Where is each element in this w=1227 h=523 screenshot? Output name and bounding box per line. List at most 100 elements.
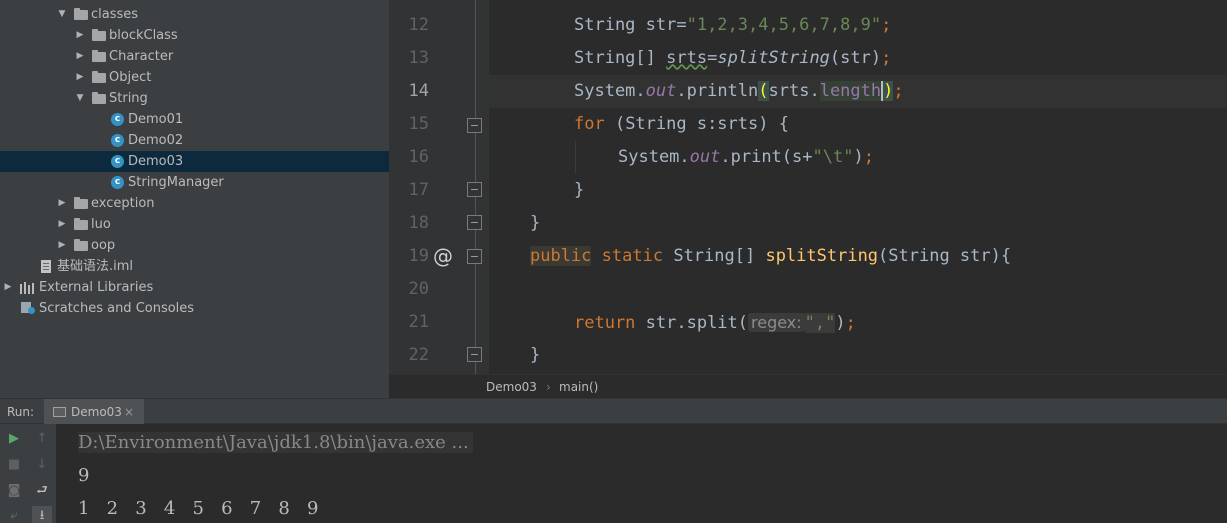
tree-node-label: classes	[91, 7, 139, 22]
breadcrumb: Demo03 › main()	[389, 374, 1227, 398]
folder-icon	[74, 7, 88, 20]
tree-node-label: exception	[91, 196, 155, 211]
fold-marker-icon[interactable]	[467, 182, 482, 197]
tree-node-label: Character	[109, 49, 174, 64]
tree-node-label: Demo03	[128, 154, 184, 169]
folder-icon	[74, 238, 88, 251]
run-label: Run:	[7, 405, 35, 419]
code-line-14[interactable]: System.out.println(srts.length);	[574, 75, 904, 108]
fold-marker-icon[interactable]	[467, 347, 482, 362]
collapse-arrow-icon[interactable]: ▶	[75, 46, 85, 67]
expand-arrow-icon[interactable]: ▼	[57, 4, 67, 25]
console-tab-icon	[53, 407, 66, 417]
scroll-up-icon[interactable]: ↑	[32, 429, 52, 449]
line-number: 22	[408, 345, 429, 365]
console-command-line: D:\Environment\Java\jdk1.8\bin\java.exe …	[78, 426, 473, 459]
run-tab-demo03[interactable]: Demo03 ×	[44, 399, 144, 425]
tree-node-stringmanager[interactable]: c StringManager	[111, 172, 224, 193]
rerun-icon[interactable]: ▶	[4, 429, 24, 449]
tree-node-luo[interactable]: ▶ luo	[57, 214, 111, 235]
tree-node-demo01[interactable]: c Demo01	[111, 109, 183, 130]
run-toolbar: ▶ ↑ ■ ↓ ◙ ⮐ ⤶ ⭳	[0, 424, 56, 523]
code-line-12[interactable]: String str="1,2,3,4,5,6,7,8,9";	[574, 9, 891, 42]
line-number: 17	[408, 180, 429, 200]
tree-node-string[interactable]: ▼ String	[75, 88, 148, 109]
soft-wrap-icon[interactable]: ⮐	[32, 481, 52, 501]
line-number-current: 14	[408, 81, 429, 101]
collapse-arrow-icon[interactable]: ▶	[57, 235, 67, 256]
tree-node-label: blockClass	[109, 28, 178, 43]
module-file-icon	[41, 260, 51, 273]
breadcrumb-method[interactable]: main()	[559, 375, 598, 399]
expand-arrow-icon[interactable]: ▼	[75, 88, 85, 109]
tree-node-label: Demo02	[128, 133, 184, 148]
collapse-arrow-icon[interactable]: ▶	[75, 25, 85, 46]
tree-node-label: Demo01	[128, 112, 184, 127]
code-line-16[interactable]: System.out.print(s+"\t");	[618, 141, 874, 174]
stop-icon[interactable]: ■	[4, 455, 24, 475]
breadcrumb-class[interactable]: Demo03	[486, 375, 537, 399]
camera-icon[interactable]: ◙	[4, 481, 24, 501]
line-number: 20	[408, 279, 429, 299]
scroll-down-icon[interactable]: ↓	[32, 455, 52, 475]
line-number: 13	[408, 48, 429, 68]
scroll-to-end-icon[interactable]: ⭳	[32, 506, 52, 523]
parameter-hint: regex:	[748, 313, 805, 332]
code-line-21[interactable]: return str.split(regex: ",");	[574, 306, 856, 339]
line-number: 12	[408, 15, 429, 35]
tree-node-label: Object	[109, 70, 152, 85]
folder-icon	[92, 91, 106, 104]
restore-layout-icon[interactable]: ⤶	[4, 506, 24, 523]
override-marker-icon[interactable]: @	[433, 240, 453, 273]
collapse-arrow-icon[interactable]: ▶	[75, 67, 85, 88]
fold-marker-icon[interactable]	[467, 249, 482, 264]
line-number: 15	[408, 114, 429, 134]
line-number: 19	[408, 246, 429, 266]
code-line-17[interactable]: }	[574, 174, 584, 207]
run-console[interactable]: D:\Environment\Java\jdk1.8\bin\java.exe …	[56, 424, 1227, 523]
scratches-icon	[21, 302, 35, 315]
run-panel-header: Run: Demo03 ×	[0, 398, 1227, 425]
tree-node-scratches[interactable]: Scratches and Consoles	[21, 298, 194, 319]
code-line-19[interactable]: public static String[] splitString(Strin…	[530, 240, 1011, 273]
breadcrumb-separator: ›	[546, 380, 551, 394]
line-number: 18	[408, 213, 429, 233]
code-line-13[interactable]: String[] srts=splitString(str);	[574, 42, 891, 75]
tree-node-label: StringManager	[128, 175, 224, 190]
code-editor[interactable]: 12 13 14 15 16 17 18 19 20 21 22 @ Strin…	[389, 0, 1227, 374]
tree-node-label: External Libraries	[39, 280, 154, 295]
folder-icon	[92, 70, 106, 83]
tree-node-oop[interactable]: ▶ oop	[57, 235, 116, 256]
tree-node-blockclass[interactable]: ▶ blockClass	[75, 25, 178, 46]
code-line-18[interactable]: }	[530, 207, 540, 240]
folder-icon	[92, 49, 106, 62]
collapse-arrow-icon[interactable]: ▶	[3, 277, 13, 298]
tree-node-label: 基础语法.iml	[57, 259, 134, 274]
java-class-icon: c	[111, 134, 124, 147]
java-class-icon: c	[111, 155, 124, 168]
java-class-icon: c	[111, 176, 124, 189]
tree-node-classes[interactable]: ▼ classes	[57, 4, 139, 25]
run-tab-label: Demo03	[71, 405, 122, 419]
tree-node-iml-file[interactable]: 基础语法.iml	[41, 256, 133, 277]
project-tool-window: ▼ classes ▶ blockClass ▶ Character ▶ Obj…	[0, 0, 389, 398]
tree-node-label: oop	[91, 238, 116, 253]
console-output-line: 1 2 3 4 5 6 7 8 9	[78, 498, 319, 519]
line-number: 16	[408, 147, 429, 167]
collapse-arrow-icon[interactable]: ▶	[57, 214, 67, 235]
close-tab-icon[interactable]: ×	[124, 399, 134, 425]
fold-marker-icon[interactable]	[467, 118, 482, 133]
tree-node-demo02[interactable]: c Demo02	[111, 130, 183, 151]
tree-node-external-libraries[interactable]: ▶ External Libraries	[3, 277, 154, 298]
java-class-icon: c	[111, 113, 124, 126]
tree-node-exception[interactable]: ▶ exception	[57, 193, 155, 214]
code-line-22[interactable]: }	[530, 339, 540, 372]
code-line-15[interactable]: for (String s:srts) {	[574, 108, 789, 141]
tree-node-demo03[interactable]: c Demo03	[0, 151, 389, 172]
line-number: 21	[408, 312, 429, 332]
tree-node-object[interactable]: ▶ Object	[75, 67, 152, 88]
tree-node-label: Scratches and Consoles	[39, 301, 195, 316]
fold-marker-icon[interactable]	[467, 215, 482, 230]
tree-node-character[interactable]: ▶ Character	[75, 46, 174, 67]
collapse-arrow-icon[interactable]: ▶	[57, 193, 67, 214]
